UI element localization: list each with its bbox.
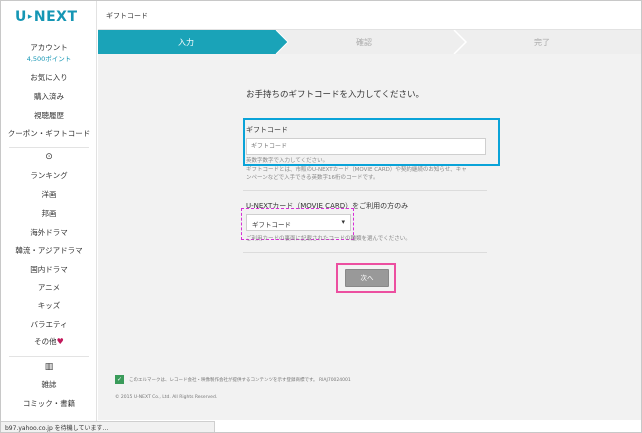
video-icon: ⊙ [45,152,53,162]
gift-code-hint-description: ギフトコードとは、市販のU-NEXTカード（MOVIE CARD）や契約継続のお… [246,167,467,173]
l-mark-icon: ✓ [115,375,124,384]
browser-status-bar: b97.yahoo.co.jp を待機しています... [1,421,215,432]
sidebar-item-foreign-dramas[interactable]: 海外ドラマ [1,227,97,238]
sidebar-item-favorites[interactable]: お気に入り [1,72,97,83]
sidebar-item-coupon-giftcode[interactable]: クーポン・ギフトコード [1,128,97,139]
sidebar-divider [9,356,89,357]
book-icon: ▥ [44,362,54,372]
sidebar-item-western-movies[interactable]: 洋画 [1,189,97,200]
form-instruction: お手持ちのギフトコードを入力してください。 [246,90,424,100]
gift-code-hint-format: 英数字数字で入力してください。 [246,158,329,164]
sidebar-divider [9,147,89,148]
sidebar: U▸NEXT アカウント 4,500ポイント お気に入り 購入済み 視聴履歴 ク… [1,1,97,432]
gift-code-hint-description-2: ンペーンなどで入手できる英数字16桁のコードです。 [246,175,379,181]
heart-icon: ♥ [56,337,64,346]
form-divider [243,190,487,191]
step-confirm-label: 確認 [356,38,372,47]
sidebar-item-ranking[interactable]: ランキング [1,170,97,181]
logo-text-right: NEXT [33,9,78,25]
step-complete-label: 完了 [534,38,550,47]
page-header: ギフトコード [98,1,641,30]
sidebar-item-history[interactable]: 視聴履歴 [1,110,97,121]
unext-logo[interactable]: U▸NEXT [15,9,78,25]
sidebar-item-anime[interactable]: アニメ [1,282,97,293]
sidebar-item-purchased[interactable]: 購入済み [1,91,97,102]
logo-dot-icon: ▸ [27,12,33,22]
sidebar-item-variety[interactable]: バラエティ [1,319,97,330]
sidebar-item-other[interactable]: その他♥ [1,336,97,347]
sidebar-item-other-label: その他 [34,337,57,346]
sidebar-item-domestic-dramas[interactable]: 国内ドラマ [1,264,97,275]
l-mark-text: このエルマークは、レコード会社・映像製作会社が提供するコンテンツを示す登録商標で… [129,378,351,383]
main-content: 入力 確認 完了 お手持ちのギフトコードを入力してください。 ギフトコード 英数… [98,30,641,420]
sidebar-item-japanese-movies[interactable]: 邦画 [1,208,97,219]
account-points: 4,500ポイント [26,55,72,63]
code-type-hint: ご利用カードの裏面に記載されたコードの種類を選んでください。 [246,236,411,242]
sidebar-item-account[interactable]: アカウント [1,42,97,53]
page-title: ギフトコード [106,12,148,20]
sidebar-item-comics-books[interactable]: コミック・書籍 [1,398,97,409]
step-input-label: 入力 [178,38,194,47]
sidebar-item-magazines[interactable]: 雑誌 [1,379,97,390]
copyright-text: © 2015 U-NEXT Co., Ltd. All Rights Reser… [115,395,218,400]
sidebar-item-asian-dramas[interactable]: 韓流・アジアドラマ [1,245,97,256]
form-divider [243,252,487,253]
logo-text-left: U [15,9,27,25]
next-button-highlight [336,263,396,293]
sidebar-item-kids[interactable]: キッズ [1,300,97,311]
